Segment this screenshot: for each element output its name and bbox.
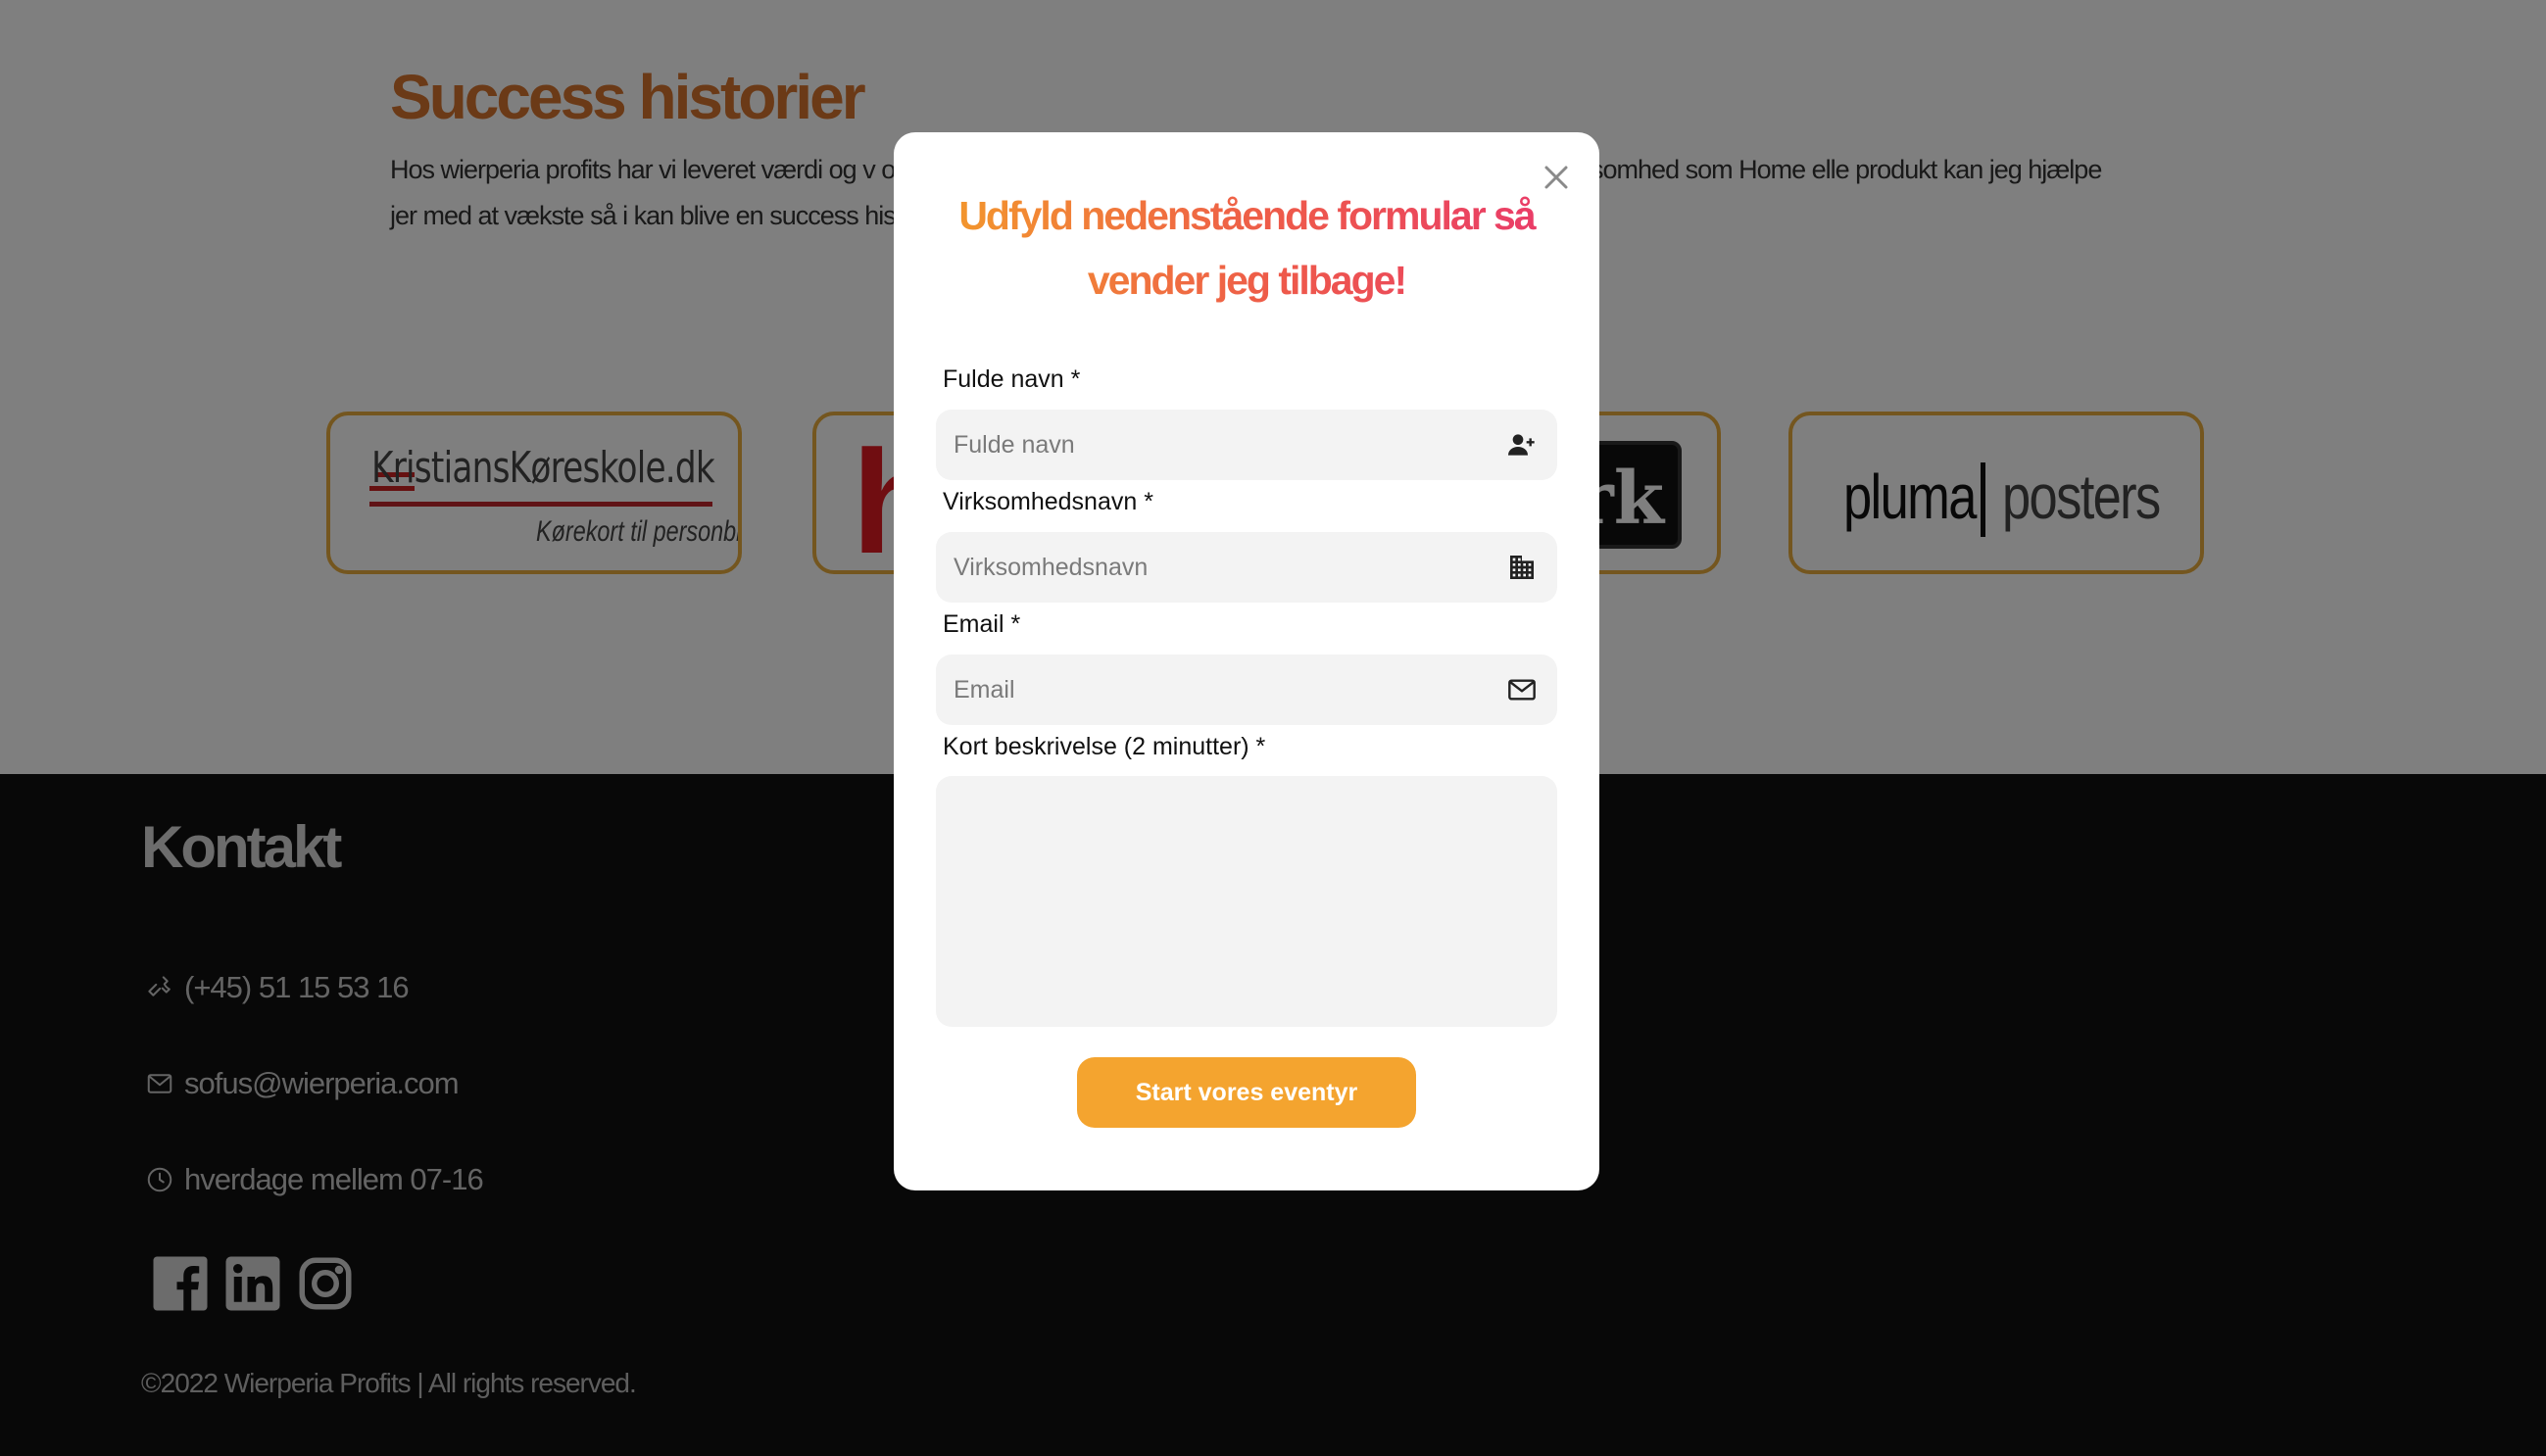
- company-name-label: Virksomhedsnavn *: [943, 488, 1153, 515]
- envelope-icon: [1508, 679, 1536, 701]
- description-textarea[interactable]: [936, 776, 1557, 1027]
- modal-heading: Udfyld nedenstående formular så vender j…: [933, 183, 1560, 313]
- description-label: Kort beskrivelse (2 minutter) *: [943, 733, 1266, 760]
- person-add-icon: [1508, 434, 1535, 456]
- full-name-field-wrapper: [936, 410, 1557, 480]
- building-icon: [1510, 556, 1534, 579]
- contact-form-modal: Udfyld nedenstående formular så vender j…: [894, 132, 1599, 1190]
- email-field-wrapper: [936, 655, 1557, 725]
- email-label: Email *: [943, 610, 1021, 638]
- full-name-label: Fulde navn *: [943, 365, 1081, 393]
- full-name-input[interactable]: [936, 410, 1485, 480]
- company-name-field-wrapper: [936, 532, 1557, 603]
- company-name-input[interactable]: [936, 532, 1485, 603]
- email-input[interactable]: [936, 655, 1485, 725]
- submit-button[interactable]: Start vores eventyr: [1077, 1057, 1416, 1128]
